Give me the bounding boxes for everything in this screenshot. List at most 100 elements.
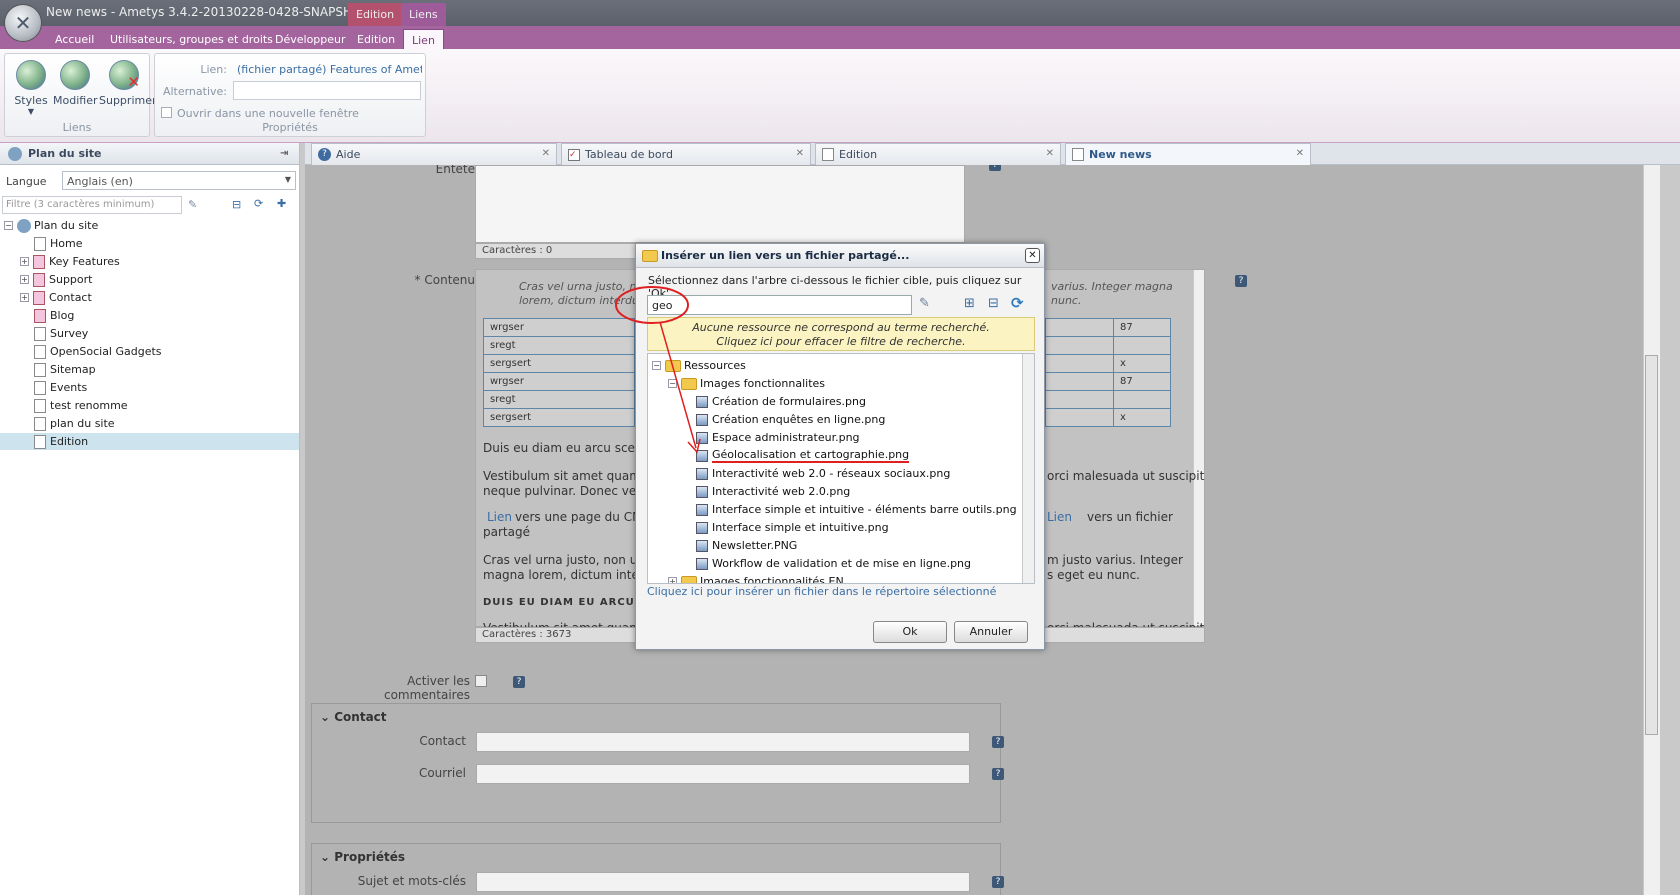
tab-accueil[interactable]: Accueil [47, 29, 102, 49]
tree-file[interactable]: Interactivité web 2.0.png [696, 483, 850, 500]
collapse-icon[interactable]: − [4, 221, 13, 230]
clear-filter-link[interactable]: Cliquez ici pour effacer le filtre de re… [648, 335, 1034, 349]
tree-file-geolocalisation[interactable]: Géolocalisation et cartographie.png [696, 447, 910, 464]
sitemap-item-survey[interactable]: Survey [0, 325, 299, 342]
tab-developpeur[interactable]: Développeur [267, 29, 354, 49]
table-cell[interactable] [1045, 354, 1114, 373]
table-cell[interactable]: sregt [483, 336, 635, 355]
collapse-all-icon[interactable]: ⊟ [988, 296, 999, 311]
langue-select[interactable]: Anglais (en) ▼ [62, 171, 296, 190]
tree-file[interactable]: Workflow de validation et de mise en lig… [696, 555, 971, 572]
lien-page-link[interactable]: Lien [487, 510, 512, 525]
tree-file[interactable]: Interface simple et intuitive.png [696, 519, 889, 536]
sujet-input[interactable] [476, 872, 970, 892]
expand-all-icon[interactable]: ⊞ [964, 296, 975, 311]
table-cell[interactable] [1045, 318, 1114, 337]
tree-file[interactable]: Création enquêtes en ligne.png [696, 411, 885, 428]
tab-lien[interactable]: Lien [403, 29, 444, 49]
table-cell[interactable]: 87 [1113, 318, 1171, 337]
contact-input[interactable] [476, 732, 970, 752]
refresh-icon[interactable]: ⟳ [254, 197, 263, 210]
table-cell[interactable]: sregt [483, 390, 635, 409]
tree-folder-images-en[interactable]: + Images fonctionnalités EN [668, 573, 844, 583]
close-icon[interactable]: ✕ [1025, 248, 1040, 263]
tab-tableau-de-bord[interactable]: ✓ Tableau de bord ✕ [561, 143, 811, 165]
tree-file[interactable]: Espace administrateur.png [696, 429, 860, 446]
sitemap-item-key-features[interactable]: + Key Features [0, 253, 299, 270]
props-section-title[interactable]: ⌄ Propriétés [320, 850, 405, 864]
table-cell[interactable]: sergsert [483, 354, 635, 373]
tree-root-ressources[interactable]: − Ressources [652, 357, 746, 374]
lien-value[interactable]: (fichier partagé) Features of Ametys ( [237, 63, 422, 76]
collapse-icon[interactable]: − [668, 379, 677, 388]
tree-file[interactable]: Newsletter.PNG [696, 537, 797, 554]
help-icon[interactable]: ? [992, 736, 1004, 748]
filter-input[interactable]: Filtre (3 caractères minimum) [2, 196, 182, 214]
new-window-checkbox[interactable] [161, 107, 172, 118]
context-tab-liens[interactable]: Liens [401, 3, 446, 26]
search-input[interactable]: geo [647, 295, 912, 315]
app-logo-icon[interactable]: ✕ [4, 4, 42, 42]
help-icon[interactable]: ? [513, 676, 525, 688]
sitemap-item-blog[interactable]: Blog [0, 307, 299, 324]
table-cell[interactable] [1113, 336, 1171, 355]
table-cell[interactable] [1045, 390, 1114, 409]
expand-icon[interactable]: + [668, 577, 677, 583]
table-cell[interactable]: x [1113, 408, 1171, 427]
styles-button[interactable]: Styles ▼ [9, 58, 53, 116]
supprimer-button[interactable]: ✕ Supprimer [99, 58, 157, 107]
main-scrollbar-thumb[interactable] [1645, 355, 1658, 735]
modifier-button[interactable]: Modifier [53, 58, 97, 107]
dialog-title-bar[interactable]: Insérer un lien vers un fichier partagé.… [636, 244, 1044, 268]
courriel-input[interactable] [476, 764, 970, 784]
sitemap-item-contact[interactable]: + Contact [0, 289, 299, 306]
tab-edition[interactable]: Edition [349, 29, 403, 49]
ok-button[interactable]: Ok [873, 621, 947, 643]
close-icon[interactable]: ✕ [1046, 148, 1054, 159]
table-cell[interactable]: wrgser [483, 372, 635, 391]
sitemap-item-opensocial[interactable]: OpenSocial Gadgets [0, 343, 299, 360]
refresh-icon[interactable]: ⟳ [1011, 294, 1024, 312]
tab-new-news[interactable]: New news ✕ [1065, 143, 1311, 165]
insert-file-link[interactable]: Cliquez ici pour insérer un fichier dans… [647, 585, 996, 598]
table-cell[interactable] [1045, 372, 1114, 391]
help-icon[interactable]: ? [992, 876, 1004, 888]
editor-scrollbar[interactable] [1193, 270, 1204, 626]
comments-checkbox[interactable] [475, 675, 487, 687]
tree-scrollbar[interactable] [1022, 354, 1034, 583]
table-cell[interactable]: x [1113, 354, 1171, 373]
contact-section-title[interactable]: ⌄ Contact [320, 710, 387, 724]
sitemap-item-plan-du-site[interactable]: plan du site [0, 415, 299, 432]
help-icon[interactable]: ? [1235, 275, 1247, 287]
table-cell[interactable]: sergsert [483, 408, 635, 427]
tree-root[interactable]: − Plan du site [0, 217, 299, 234]
tree-file[interactable]: Interface simple et intuitive - éléments… [696, 501, 1017, 518]
sitemap-item-events[interactable]: Events [0, 379, 299, 396]
context-tab-edition[interactable]: Edition [348, 3, 403, 26]
cancel-button[interactable]: Annuler [954, 621, 1028, 643]
table-cell[interactable] [1113, 390, 1171, 409]
close-icon[interactable]: ✕ [542, 148, 550, 159]
tab-edition-doc[interactable]: Edition ✕ [815, 143, 1061, 165]
close-icon[interactable]: ✕ [1296, 148, 1304, 159]
table-cell[interactable]: 87 [1113, 372, 1171, 391]
tree-file[interactable]: Interactivité web 2.0 - réseaux sociaux.… [696, 465, 950, 482]
clear-filter-icon[interactable]: ✎ [188, 198, 197, 211]
alternative-input[interactable] [233, 81, 421, 100]
sitemap-item-home[interactable]: Home [0, 235, 299, 252]
tab-aide[interactable]: ? Aide ✕ [311, 143, 557, 165]
expand-icon[interactable]: + [20, 275, 29, 284]
table-cell[interactable] [1045, 336, 1114, 355]
sitemap-item-support[interactable]: + Support [0, 271, 299, 288]
help-icon[interactable]: ? [989, 165, 1001, 171]
clear-search-icon[interactable]: ✎ [919, 296, 930, 311]
tab-utilisateurs[interactable]: Utilisateurs, groupes et droits [102, 29, 281, 49]
tree-folder-images[interactable]: − Images fonctionnalites [668, 375, 825, 392]
expand-icon[interactable]: + [20, 257, 29, 266]
plugin-icon[interactable]: ✚ [277, 197, 286, 210]
lien-file-link[interactable]: Lien [1047, 510, 1072, 525]
collapse-icon[interactable]: − [652, 361, 661, 370]
sitemap-item-sitemap[interactable]: Sitemap [0, 361, 299, 378]
collapse-all-icon[interactable]: ⊟ [232, 198, 241, 211]
table-cell[interactable]: wrgser [483, 318, 635, 337]
